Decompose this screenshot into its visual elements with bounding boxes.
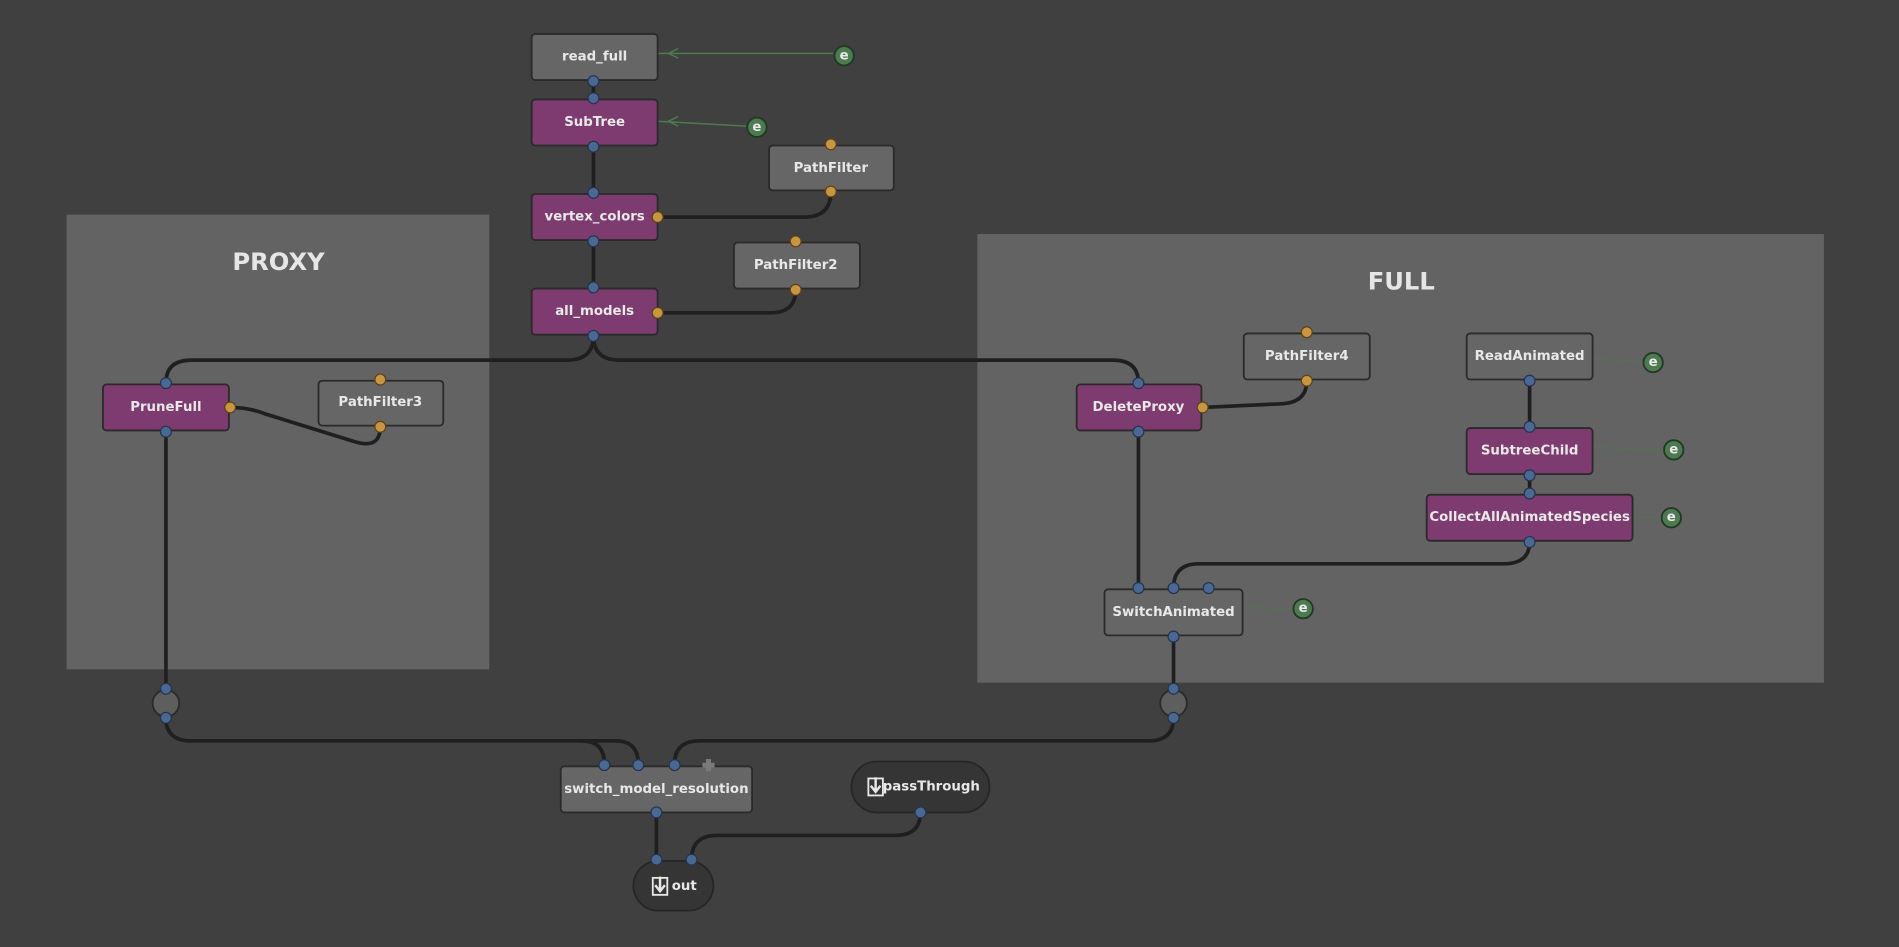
expression-icon[interactable]: e [1642, 351, 1664, 374]
backdrop-proxy[interactable]: PROXY [66, 214, 490, 670]
node-deleteproxy[interactable]: DeleteProxy [1075, 383, 1203, 432]
svg-text:CollectAllAnimatedSpecies: CollectAllAnimatedSpecies [1429, 510, 1630, 525]
svg-text:PathFilter3: PathFilter3 [338, 395, 422, 410]
node-pathfilter4[interactable]: PathFilter4 [1242, 332, 1371, 381]
svg-text:SwitchAnimated: SwitchAnimated [1112, 605, 1234, 620]
node-pathfilter2[interactable]: PathFilter2 [733, 241, 861, 290]
svg-text:PruneFull: PruneFull [130, 400, 201, 415]
expression-icon[interactable]: e [746, 116, 768, 138]
node-switchanimated[interactable]: SwitchAnimated [1103, 588, 1244, 637]
expression-icon[interactable]: e [833, 45, 855, 67]
node-readanimated[interactable]: ReadAnimated [1465, 332, 1594, 381]
svg-text:e: e [1299, 601, 1308, 616]
svg-text:PathFilter2: PathFilter2 [754, 258, 838, 273]
node-pathfilter[interactable]: PathFilter [768, 144, 895, 192]
svg-text:passThrough: passThrough [883, 779, 980, 794]
svg-text:e: e [840, 48, 849, 63]
node-prunefull[interactable]: PruneFull [102, 383, 230, 432]
svg-text:PathFilter4: PathFilter4 [1265, 349, 1349, 364]
backdrop-title: FULL [1368, 267, 1435, 295]
svg-text:switch_model_resolution: switch_model_resolution [564, 782, 748, 797]
svg-text:e: e [1667, 510, 1676, 525]
node-collect-all-animated-species[interactable]: CollectAllAnimatedSpecies [1425, 493, 1634, 542]
node-all-models[interactable]: all_models [530, 287, 659, 336]
node-graph[interactable]: PROXY FULL read_full SubTree vertex_colo… [0, 0, 1899, 947]
backdrop-title: PROXY [232, 248, 325, 276]
svg-text:PathFilter: PathFilter [794, 161, 869, 176]
expression-icon[interactable]: e [1660, 507, 1682, 529]
svg-text:vertex_colors: vertex_colors [545, 210, 645, 225]
svg-text:ReadAnimated: ReadAnimated [1475, 349, 1585, 364]
node-read-full[interactable]: read_full [530, 33, 659, 81]
svg-text:DeleteProxy: DeleteProxy [1093, 400, 1185, 415]
svg-text:SubTree: SubTree [564, 115, 625, 130]
svg-text:read_full: read_full [562, 49, 627, 64]
node-vertex-colors[interactable]: vertex_colors [530, 193, 659, 241]
node-pathfilter3[interactable]: PathFilter3 [317, 379, 445, 427]
node-passthrough[interactable]: passThrough [850, 760, 991, 814]
expression-icon[interactable]: e [1663, 439, 1685, 461]
node-switch-model-resolution[interactable]: switch_model_resolution [559, 765, 753, 814]
svg-text:all_models: all_models [555, 304, 634, 319]
svg-text:e: e [1649, 355, 1658, 370]
svg-text:e: e [752, 120, 761, 135]
node-out[interactable]: out [632, 859, 715, 912]
svg-text:e: e [1669, 442, 1678, 457]
svg-text:out: out [672, 879, 698, 894]
node-subtree[interactable]: SubTree [530, 98, 659, 147]
node-subtreechild[interactable]: SubtreeChild [1465, 427, 1594, 476]
expression-icon[interactable]: e [1292, 598, 1314, 620]
svg-text:SubtreeChild: SubtreeChild [1481, 444, 1579, 459]
